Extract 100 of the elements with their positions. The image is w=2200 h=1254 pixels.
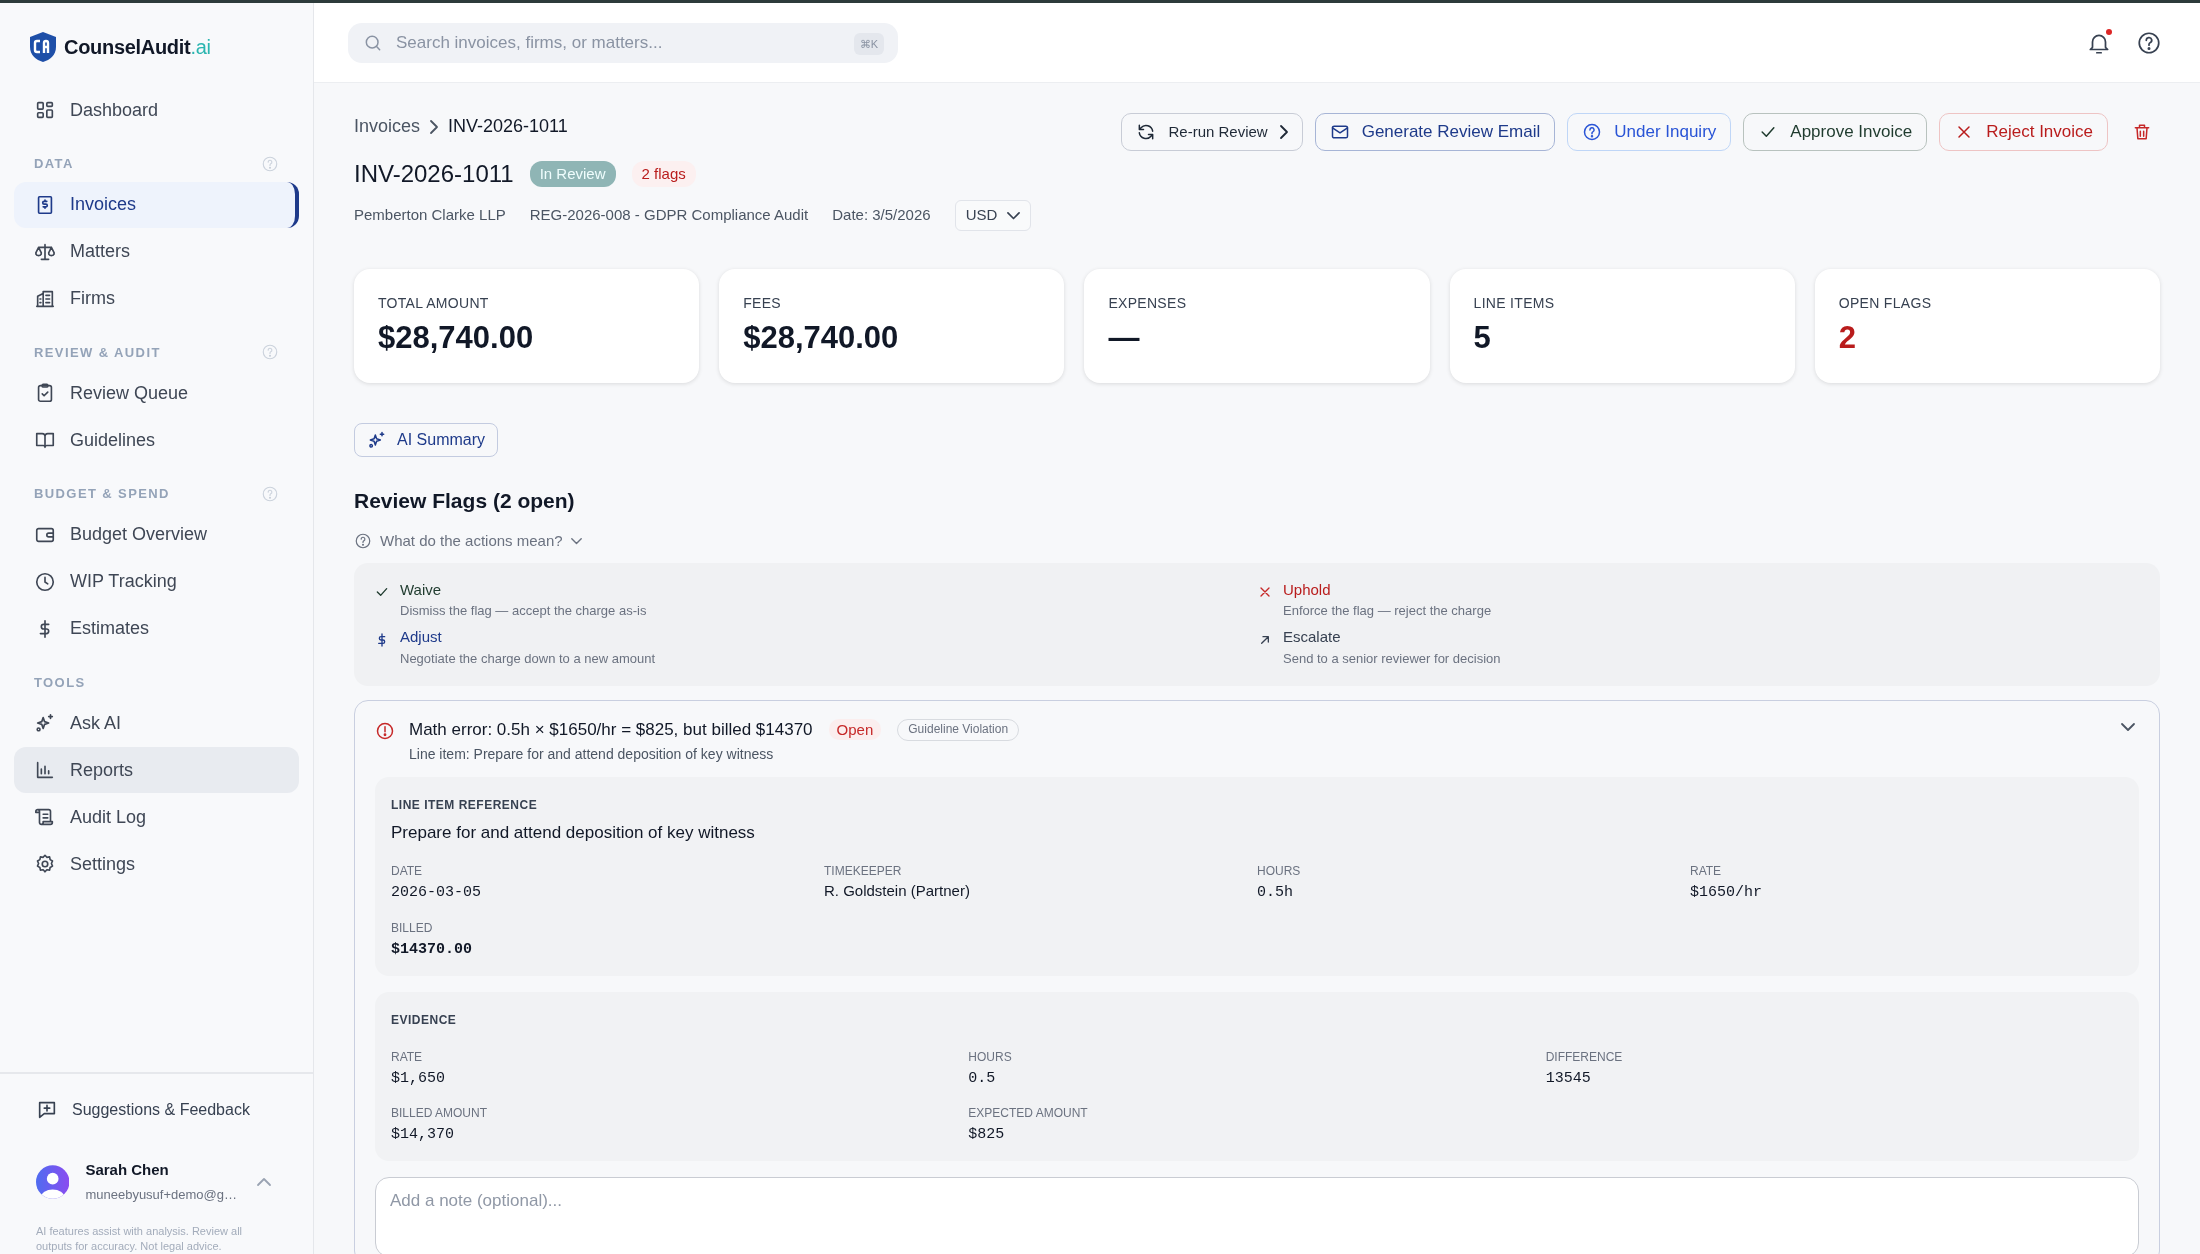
breadcrumb-current: INV-2026-1011 [448, 115, 568, 138]
ai-summary-button[interactable]: AI Summary [354, 422, 498, 457]
feedback-link[interactable]: Suggestions & Feedback [36, 1098, 250, 1123]
flag-status: Open [828, 719, 882, 741]
stat-value: — [1108, 319, 1140, 355]
flags-badge: 2 flags [631, 160, 696, 188]
sparkles-icon [367, 429, 387, 450]
nav-item[interactable]: Firms [14, 275, 299, 322]
field-value: $1,650 [391, 1069, 445, 1087]
logo-icon [28, 31, 58, 63]
mail-icon [1329, 122, 1350, 142]
panel-heading: EVIDENCE [391, 1013, 457, 1028]
inquiry-button[interactable]: Under Inquiry [1567, 113, 1732, 151]
settings-icon [34, 853, 56, 875]
section-label: DATA [34, 155, 74, 173]
user-email: muneebyusuf+demo@g… [85, 1187, 237, 1203]
question-icon [354, 532, 372, 551]
nav-item[interactable]: Guidelines [14, 417, 299, 463]
breadcrumb-link[interactable]: Invoices [354, 113, 421, 140]
trash-icon [2132, 122, 2152, 142]
approve-button[interactable]: Approve Invoice [1743, 113, 1928, 151]
stat-value: $28,740.00 [378, 319, 534, 355]
field-label: HOURS [1257, 864, 1301, 879]
action-name: Escalate [1283, 628, 1341, 646]
nav-item[interactable]: Estimates [14, 605, 299, 652]
action-description: Dismiss the flag — accept the charge as-is [400, 603, 647, 619]
status-badge: In Review [529, 160, 616, 188]
nav-item[interactable]: Review Queue [14, 370, 299, 416]
legend-toggle[interactable]: What do the actions mean? [354, 530, 582, 553]
matter-name: REG-2026-008 - GDPR Compliance Audit [529, 205, 809, 225]
field-value: 2026-03-05 [391, 884, 481, 902]
nav-item[interactable]: Matters [14, 228, 299, 275]
chevron-down-icon [1007, 211, 1021, 219]
field-label: HOURS [968, 1049, 1012, 1064]
question-icon [1582, 122, 1603, 142]
alert-icon [375, 721, 395, 742]
flag-subtitle: Line item: Prepare for and attend deposition of key witness [409, 744, 774, 763]
field-label: RATE [1690, 864, 1722, 879]
bar-chart-icon [34, 759, 56, 781]
note-field[interactable]: Add a note (optional)... [375, 1177, 2139, 1254]
field-value: $14370.00 [391, 940, 472, 958]
nav-item[interactable]: Ask AI [14, 700, 299, 746]
line-item-description: Prepare for and attend deposition of key witness [391, 822, 755, 845]
field-value: $825 [968, 1125, 1005, 1143]
nav-item[interactable]: Budget Overview [14, 511, 299, 558]
field-label: BILLED AMOUNT [391, 1106, 488, 1121]
stat-label: LINE ITEMS [1473, 294, 1555, 311]
section-label: BUDGET & SPEND [34, 485, 170, 503]
chevron-right-icon [1279, 125, 1288, 139]
chevron-icon [2121, 722, 2135, 731]
invoice-date: Date: 3/5/2026 [832, 205, 931, 225]
dashboard-icon [34, 99, 56, 121]
section-label: REVIEW & AUDIT [34, 343, 161, 362]
stat-value: 5 [1473, 319, 1491, 355]
scroll-icon [34, 806, 56, 828]
stat-value: $28,740.00 [743, 319, 899, 355]
sparkles-icon [34, 712, 56, 734]
section-heading: Review Flags (2 open) [354, 488, 575, 512]
chevron-right-icon [430, 119, 439, 134]
flag-title: Math error: 0.5h × $1650/hr = $825, but billed $14370 [409, 718, 813, 741]
firm-name: Pemberton Clarke LLP [354, 205, 506, 225]
nav-item[interactable]: Audit Log [14, 794, 299, 840]
action-description: Send to a senior reviewer for decision [1283, 650, 1501, 666]
clock-icon [34, 570, 56, 593]
reject-button[interactable]: Reject Invoice [1939, 113, 2108, 151]
rerun-button[interactable]: Re-run Review [1121, 113, 1303, 151]
section-label: TOOLS [34, 673, 86, 692]
nav-item[interactable]: Dashboard [14, 87, 299, 133]
stat-value: 2 [1838, 319, 1857, 355]
field-label: TIMEKEEPER [824, 864, 902, 879]
stat-label: TOTAL AMOUNT [378, 294, 489, 311]
field-value: 0.5h [1257, 884, 1293, 902]
currency-select[interactable]: USD [954, 200, 1032, 231]
field-value: 13545 [1545, 1069, 1591, 1087]
field-value: $1650/hr [1690, 884, 1762, 902]
field-value: 0.5 [968, 1069, 996, 1087]
field-value: $14,370 [391, 1125, 454, 1143]
chevron-up-icon [257, 1178, 271, 1187]
field-label: EXPECTED AMOUNT [968, 1106, 1088, 1121]
invoice-title: INV-2026-1011 [354, 159, 514, 189]
field-label: RATE [391, 1049, 423, 1064]
action-name: Waive [400, 580, 442, 598]
action-description: Enforce the flag — reject the charge [1283, 603, 1492, 619]
stat-label: FEES [743, 294, 781, 311]
stat-label: OPEN FLAGS [1838, 294, 1932, 311]
disclaimer-text: AI features assist with analysis. Review all outputs for accuracy. Not legal advice. [36, 1224, 244, 1254]
field-value: R. Goldstein (Partner) [824, 882, 970, 900]
field-label: DIFFERENCE [1545, 1049, 1623, 1064]
field-label: DATE [391, 864, 423, 879]
panel-heading: LINE ITEM REFERENCE [391, 797, 538, 812]
action-name: Uphold [1283, 580, 1331, 598]
email-button[interactable]: Generate Review Email [1314, 113, 1556, 151]
nav-item[interactable]: Settings [14, 841, 299, 887]
nav-item[interactable]: Invoices [14, 181, 299, 228]
nav-item[interactable]: Reports [14, 747, 299, 793]
stat-label: EXPENSES [1108, 294, 1187, 311]
action-description: Negotiate the charge down to a new amount [400, 650, 656, 666]
action-name: Adjust [400, 628, 442, 646]
field-label: BILLED [391, 920, 433, 935]
nav-item[interactable]: WIP Tracking [14, 558, 299, 605]
